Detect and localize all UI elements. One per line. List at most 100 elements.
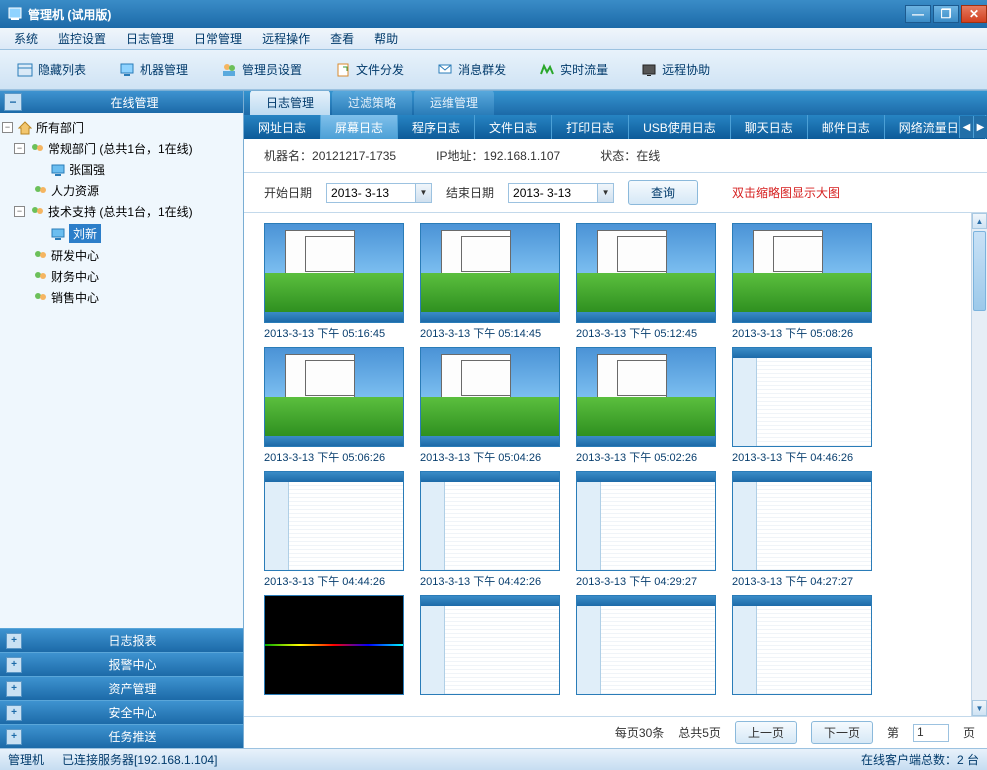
- sidebar-header-online[interactable]: − 在线管理: [0, 91, 243, 113]
- thumbnail-item[interactable]: 2013-3-13 下午 04:46:26: [732, 347, 872, 465]
- thumbnail-caption: [732, 695, 872, 697]
- menu-monitor[interactable]: 监控设置: [48, 28, 116, 49]
- sidebar-section-asset[interactable]: +资产管理: [0, 676, 243, 700]
- thumbnail-item[interactable]: [576, 595, 716, 697]
- subtab-mail[interactable]: 邮件日志: [808, 115, 885, 139]
- thumbnail-item[interactable]: 2013-3-13 下午 05:14:45: [420, 223, 560, 341]
- collapse-icon[interactable]: −: [4, 93, 22, 111]
- tab-log-mgmt[interactable]: 日志管理: [250, 91, 330, 115]
- msg-icon: [436, 61, 454, 79]
- tool-msg-broadcast[interactable]: 消息群发: [426, 57, 516, 83]
- thumbnail-item[interactable]: 2013-3-13 下午 04:44:26: [264, 471, 404, 589]
- scroll-down-icon[interactable]: ▼: [972, 700, 987, 716]
- tree-dept-sales[interactable]: 销售中心: [2, 287, 241, 308]
- thumbnail-caption: 2013-3-13 下午 04:46:26: [732, 447, 872, 465]
- thumbnail-image: [732, 595, 872, 695]
- thumbnail-caption: 2013-3-13 下午 05:08:26: [732, 323, 872, 341]
- tree-root[interactable]: − 所有部门: [2, 117, 241, 138]
- subtab-chat[interactable]: 聊天日志: [731, 115, 808, 139]
- subtab-print[interactable]: 打印日志: [552, 115, 629, 139]
- menu-remote[interactable]: 远程操作: [252, 28, 320, 49]
- sidebar-section-logreport[interactable]: +日志报表: [0, 628, 243, 652]
- tool-machine-mgmt[interactable]: 机器管理: [108, 57, 198, 83]
- menu-help[interactable]: 帮助: [364, 28, 408, 49]
- menu-log[interactable]: 日志管理: [116, 28, 184, 49]
- statusbar: 管理机 已连接服务器[192.168.1.104] 在线客户端总数：2 台: [0, 748, 987, 770]
- minimize-button[interactable]: —: [905, 5, 931, 23]
- thumbnail-item[interactable]: 2013-3-13 下午 05:08:26: [732, 223, 872, 341]
- tree-dept-hr[interactable]: 人力资源: [2, 180, 241, 201]
- expand-icon[interactable]: −: [2, 122, 13, 133]
- sidebar-section-task[interactable]: +任务推送: [0, 724, 243, 748]
- client-count: 2 台: [957, 753, 979, 767]
- start-date-input[interactable]: 2013- 3-13: [326, 183, 416, 203]
- prev-page-button[interactable]: 上一页: [735, 721, 797, 744]
- tree-dept-tech[interactable]: − 技术支持 (总共1台，1在线): [2, 201, 241, 222]
- subtab-url[interactable]: 网址日志: [244, 115, 321, 139]
- page-input[interactable]: 1: [913, 724, 949, 742]
- plus-icon: +: [6, 681, 22, 697]
- tool-admin-setting[interactable]: 管理员设置: [210, 57, 312, 83]
- close-button[interactable]: ✕: [961, 5, 987, 23]
- tool-realtime-traffic[interactable]: 实时流量: [528, 57, 618, 83]
- group-icon: [29, 141, 45, 157]
- end-date-input[interactable]: 2013- 3-13: [508, 183, 598, 203]
- thumbnail-image: [732, 223, 872, 323]
- next-page-button[interactable]: 下一页: [811, 721, 873, 744]
- thumbnail-item[interactable]: 2013-3-13 下午 05:16:45: [264, 223, 404, 341]
- expand-icon[interactable]: −: [14, 206, 25, 217]
- dropdown-icon[interactable]: ▼: [598, 183, 614, 203]
- thumbnail-item[interactable]: 2013-3-13 下午 05:12:45: [576, 223, 716, 341]
- subtab-program[interactable]: 程序日志: [398, 115, 475, 139]
- machine-name: 20121217-1735: [312, 149, 396, 163]
- plus-icon: +: [6, 657, 22, 673]
- thumbnail-item[interactable]: 2013-3-13 下午 04:27:27: [732, 471, 872, 589]
- toolbar: 隐藏列表 机器管理 管理员设置 文件分发 消息群发 实时流量 远程协助: [0, 50, 987, 90]
- subtab-usb[interactable]: USB使用日志: [629, 115, 731, 139]
- tool-remote-assist[interactable]: 远程协助: [630, 57, 720, 83]
- menu-daily[interactable]: 日常管理: [184, 28, 252, 49]
- department-tree: − 所有部门 − 常规部门 (总共1台，1在线) 张国强 人力资源 − 技术支持…: [0, 113, 243, 628]
- sidebar-section-security[interactable]: +安全中心: [0, 700, 243, 724]
- tool-file-dispatch[interactable]: 文件分发: [324, 57, 414, 83]
- thumbnail-item[interactable]: 2013-3-13 下午 05:02:26: [576, 347, 716, 465]
- thumbnail-caption: 2013-3-13 下午 04:44:26: [264, 571, 404, 589]
- thumbnail-item[interactable]: [264, 595, 404, 697]
- thumbnail-item[interactable]: 2013-3-13 下午 05:06:26: [264, 347, 404, 465]
- maximize-button[interactable]: ❐: [933, 5, 959, 23]
- tab-scroll-left[interactable]: ◀: [959, 116, 973, 138]
- expand-icon[interactable]: −: [14, 143, 25, 154]
- thumbnail-item[interactable]: [732, 595, 872, 697]
- thumbnail-item[interactable]: 2013-3-13 下午 04:29:27: [576, 471, 716, 589]
- vertical-scrollbar[interactable]: ▲ ▼: [971, 213, 987, 716]
- tree-dept-rd[interactable]: 研发中心: [2, 245, 241, 266]
- tree-dept-general[interactable]: − 常规部门 (总共1台，1在线): [2, 138, 241, 159]
- subtab-file[interactable]: 文件日志: [475, 115, 552, 139]
- scroll-thumb[interactable]: [973, 231, 986, 311]
- thumbnail-caption: 2013-3-13 下午 05:02:26: [576, 447, 716, 465]
- dropdown-icon[interactable]: ▼: [416, 183, 432, 203]
- titlebar: 管理机 (试用版) — ❐ ✕: [0, 0, 987, 28]
- scroll-up-icon[interactable]: ▲: [972, 213, 987, 229]
- sidebar-section-alarm[interactable]: +报警中心: [0, 652, 243, 676]
- thumbnail-caption: 2013-3-13 下午 05:16:45: [264, 323, 404, 341]
- thumbnail-image: [420, 223, 560, 323]
- tree-user-liu[interactable]: 刘新: [2, 222, 241, 245]
- thumbnail-item[interactable]: 2013-3-13 下午 05:04:26: [420, 347, 560, 465]
- group-icon: [32, 248, 48, 264]
- tab-scroll-right[interactable]: ▶: [973, 116, 987, 138]
- subtab-screen[interactable]: 屏幕日志: [321, 115, 398, 139]
- pc-online-icon: [50, 226, 66, 242]
- menu-system[interactable]: 系统: [4, 28, 48, 49]
- menu-view[interactable]: 查看: [320, 28, 364, 49]
- query-button[interactable]: 查询: [628, 180, 698, 205]
- thumbnail-item[interactable]: 2013-3-13 下午 04:42:26: [420, 471, 560, 589]
- tab-filter-policy[interactable]: 过滤策略: [332, 91, 412, 115]
- top-tabs: 日志管理 过滤策略 运维管理: [244, 91, 987, 115]
- tree-user-zhang[interactable]: 张国强: [2, 159, 241, 180]
- tab-ops-mgmt[interactable]: 运维管理: [414, 91, 494, 115]
- thumbnail-item[interactable]: [420, 595, 560, 697]
- tree-dept-fin[interactable]: 财务中心: [2, 266, 241, 287]
- thumbnail-caption: 2013-3-13 下午 04:27:27: [732, 571, 872, 589]
- tool-hide-list[interactable]: 隐藏列表: [6, 57, 96, 83]
